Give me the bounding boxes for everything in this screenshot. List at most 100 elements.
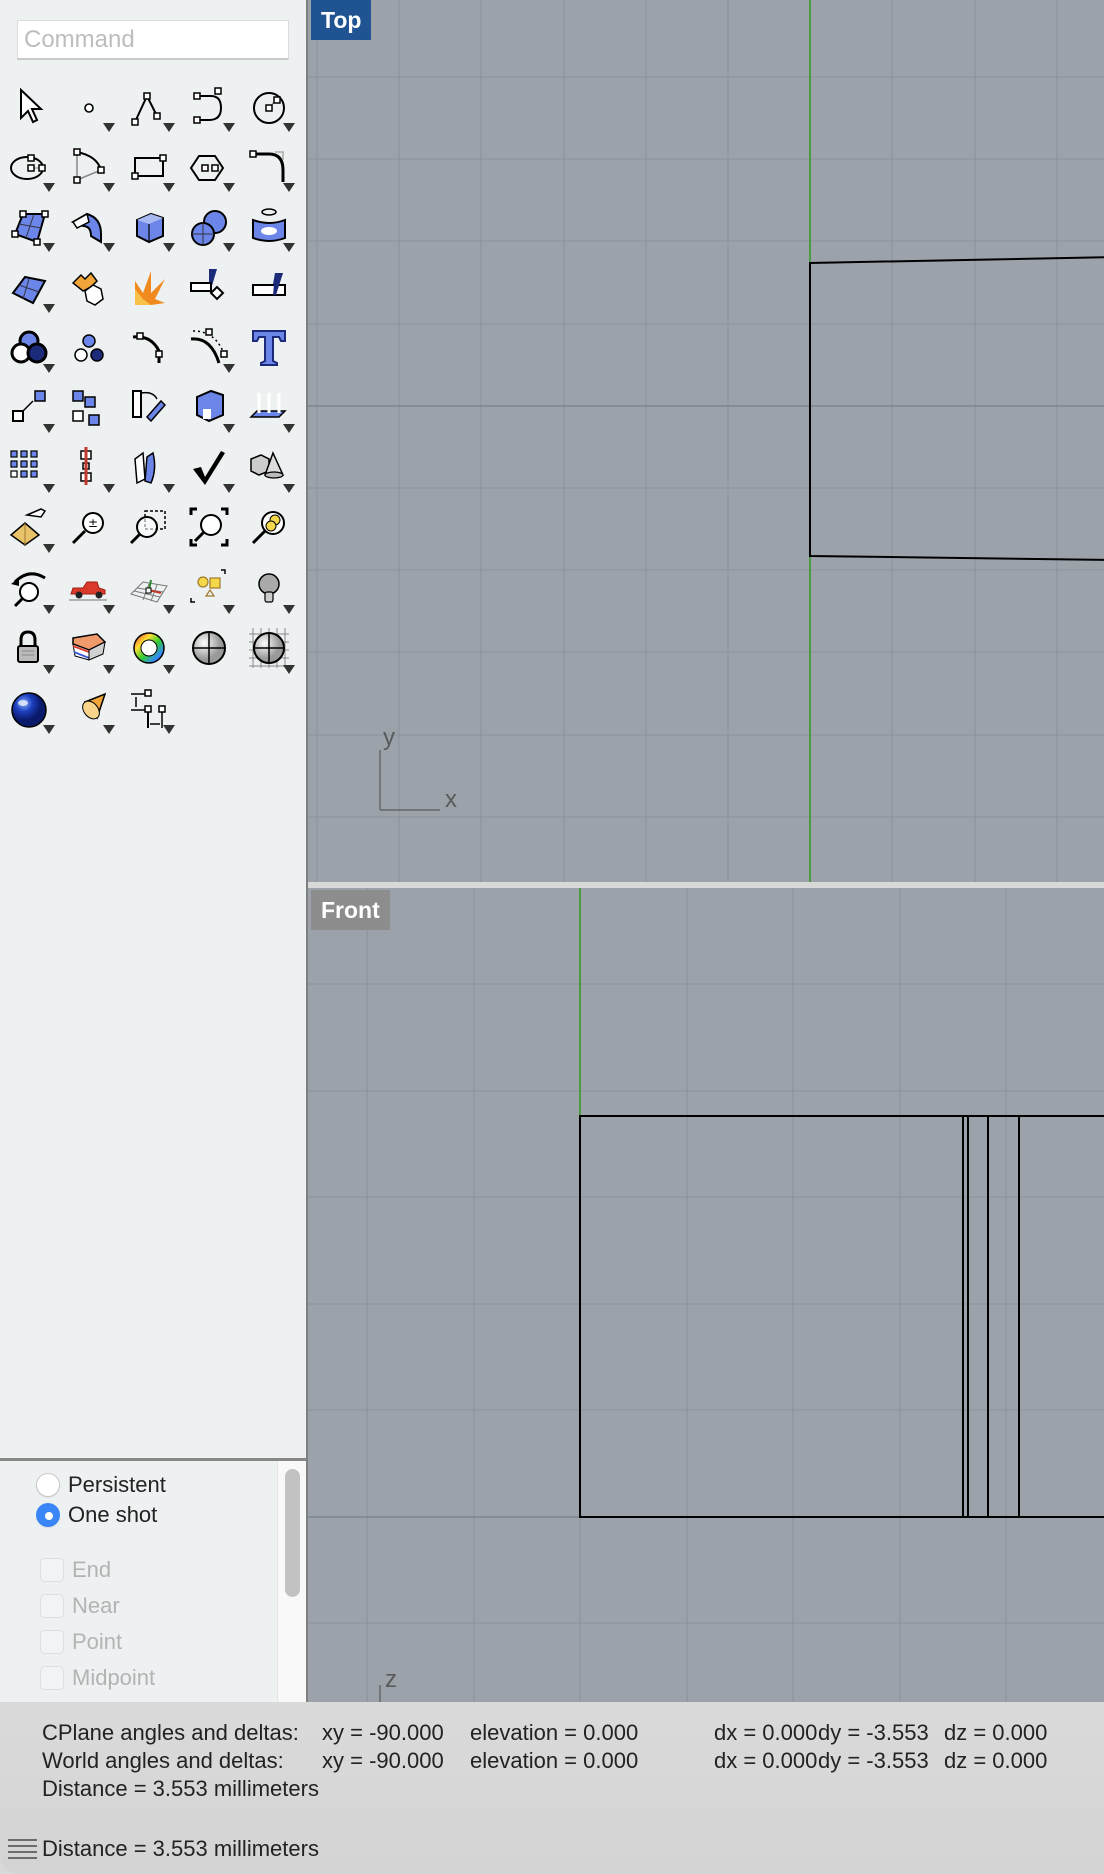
radio-one-shot[interactable]: One shot bbox=[36, 1501, 157, 1529]
flyout-triangle-icon[interactable] bbox=[43, 303, 55, 313]
checkbox[interactable] bbox=[40, 1666, 64, 1690]
scrollbar-thumb[interactable] bbox=[285, 1469, 300, 1597]
command-input[interactable] bbox=[17, 20, 289, 60]
flyout-triangle-icon[interactable] bbox=[43, 725, 55, 734]
rectangle-tool-button[interactable] bbox=[121, 138, 177, 194]
solid-primitives-tool-button[interactable] bbox=[241, 439, 297, 495]
flyout-triangle-icon[interactable] bbox=[103, 604, 115, 614]
shaded-sphere-tool-button[interactable] bbox=[181, 620, 237, 676]
box-tool-button[interactable] bbox=[121, 198, 177, 254]
flyout-triangle-icon[interactable] bbox=[223, 123, 235, 132]
light-bulb-tool-button[interactable] bbox=[241, 560, 297, 616]
viewport-title-front[interactable]: Front bbox=[311, 890, 390, 930]
zoom-window-tool-button[interactable] bbox=[121, 499, 177, 555]
rotate-tool-button[interactable] bbox=[121, 379, 177, 435]
arc-tool-button[interactable] bbox=[61, 138, 117, 194]
move-tool-button[interactable] bbox=[1, 379, 57, 435]
render-sphere-tool-button[interactable] bbox=[1, 680, 57, 736]
snap-point[interactable]: Point bbox=[40, 1628, 122, 1656]
flyout-triangle-icon[interactable] bbox=[163, 604, 175, 614]
extrude-surface-tool-button[interactable] bbox=[61, 198, 117, 254]
cplane-grid-tool-button[interactable] bbox=[121, 560, 177, 616]
mesh-tool-button[interactable] bbox=[241, 198, 297, 254]
flyout-triangle-icon[interactable] bbox=[283, 243, 295, 253]
scrollbar[interactable] bbox=[277, 1461, 306, 1702]
polygon-tool-button[interactable] bbox=[181, 138, 237, 194]
flyout-triangle-icon[interactable] bbox=[223, 243, 235, 253]
flyout-triangle-icon[interactable] bbox=[43, 664, 55, 674]
layers-tool-button[interactable] bbox=[61, 620, 117, 676]
offset-curve-tool-button[interactable] bbox=[181, 319, 237, 375]
text-tool-button[interactable] bbox=[241, 319, 297, 375]
split-tool-button[interactable] bbox=[241, 259, 297, 315]
flyout-triangle-icon[interactable] bbox=[223, 183, 235, 193]
check-tool-button[interactable] bbox=[181, 439, 237, 495]
spheres-tool-button[interactable] bbox=[181, 198, 237, 254]
car-tool-button[interactable] bbox=[61, 560, 117, 616]
flyout-triangle-icon[interactable] bbox=[283, 123, 295, 132]
explode-tool-button[interactable] bbox=[121, 259, 177, 315]
viewport-front[interactable]: Front z bbox=[308, 888, 1104, 1702]
surface-tools-tool-button[interactable] bbox=[1, 259, 57, 315]
join-puzzle-tool-button[interactable] bbox=[61, 259, 117, 315]
flyout-triangle-icon[interactable] bbox=[163, 664, 175, 674]
circle-tool-button[interactable] bbox=[241, 78, 297, 134]
radio-persistent[interactable]: Persistent bbox=[36, 1471, 166, 1499]
radio-button[interactable] bbox=[36, 1473, 60, 1497]
fillet-edge-tool-button[interactable] bbox=[121, 319, 177, 375]
pan-pyramid-tool-button[interactable] bbox=[1, 499, 57, 555]
fillet-curve-tool-button[interactable] bbox=[241, 138, 297, 194]
flyout-triangle-icon[interactable] bbox=[43, 484, 55, 494]
project-tool-button[interactable] bbox=[241, 379, 297, 435]
flyout-triangle-icon[interactable] bbox=[43, 604, 55, 614]
bend-tool-button[interactable] bbox=[121, 439, 177, 495]
solid-tools-tool-button[interactable] bbox=[181, 379, 237, 435]
flyout-triangle-icon[interactable] bbox=[163, 183, 175, 193]
select-arrow-tool-button[interactable] bbox=[1, 78, 57, 134]
flyout-triangle-icon[interactable] bbox=[43, 183, 55, 193]
grid-sphere-tool-button[interactable] bbox=[241, 620, 297, 676]
flyout-triangle-icon[interactable] bbox=[223, 424, 235, 433]
flyout-triangle-icon[interactable] bbox=[43, 363, 55, 373]
camera-cone-tool-button[interactable] bbox=[61, 680, 117, 736]
viewport-title-top[interactable]: Top bbox=[311, 0, 372, 40]
surface-corner-points-tool-button[interactable] bbox=[1, 198, 57, 254]
curve-tool-button[interactable] bbox=[181, 78, 237, 134]
array-tool-button[interactable] bbox=[1, 439, 57, 495]
boolean-union-tool-button[interactable] bbox=[1, 319, 57, 375]
flyout-triangle-icon[interactable] bbox=[103, 123, 115, 132]
shapes-tool-button[interactable] bbox=[181, 560, 237, 616]
trim-tool-button[interactable] bbox=[181, 259, 237, 315]
flyout-triangle-icon[interactable] bbox=[223, 484, 235, 494]
flyout-triangle-icon[interactable] bbox=[163, 725, 175, 734]
dimension-tool-button[interactable] bbox=[121, 680, 177, 736]
flyout-triangle-icon[interactable] bbox=[283, 604, 295, 614]
flyout-triangle-icon[interactable] bbox=[163, 123, 175, 132]
lock-tool-button[interactable] bbox=[1, 620, 57, 676]
flyout-triangle-icon[interactable] bbox=[43, 544, 55, 554]
flyout-triangle-icon[interactable] bbox=[283, 664, 295, 674]
checkbox[interactable] bbox=[40, 1594, 64, 1618]
flyout-triangle-icon[interactable] bbox=[103, 484, 115, 494]
snap-midpoint[interactable]: Midpoint bbox=[40, 1664, 155, 1692]
flyout-triangle-icon[interactable] bbox=[103, 664, 115, 674]
flyout-triangle-icon[interactable] bbox=[43, 243, 55, 253]
checkbox[interactable] bbox=[40, 1558, 64, 1582]
flyout-triangle-icon[interactable] bbox=[223, 604, 235, 614]
point-tool-button[interactable] bbox=[61, 78, 117, 134]
zoom-in-out-tool-button[interactable]: ± bbox=[61, 499, 117, 555]
flyout-triangle-icon[interactable] bbox=[223, 363, 235, 373]
checkbox[interactable] bbox=[40, 1630, 64, 1654]
flyout-triangle-icon[interactable] bbox=[103, 183, 115, 193]
group-tool-button[interactable] bbox=[61, 319, 117, 375]
history-menu-icon[interactable] bbox=[8, 1839, 37, 1861]
snap-end[interactable]: End bbox=[40, 1556, 111, 1584]
polyline-tool-button[interactable] bbox=[121, 78, 177, 134]
flyout-triangle-icon[interactable] bbox=[43, 424, 55, 433]
zoom-extents-tool-button[interactable] bbox=[181, 499, 237, 555]
snap-near[interactable]: Near bbox=[40, 1592, 120, 1620]
flyout-triangle-icon[interactable] bbox=[283, 424, 295, 433]
flyout-triangle-icon[interactable] bbox=[103, 243, 115, 253]
flyout-triangle-icon[interactable] bbox=[283, 183, 295, 193]
viewport-top[interactable]: Top y x bbox=[308, 0, 1104, 882]
